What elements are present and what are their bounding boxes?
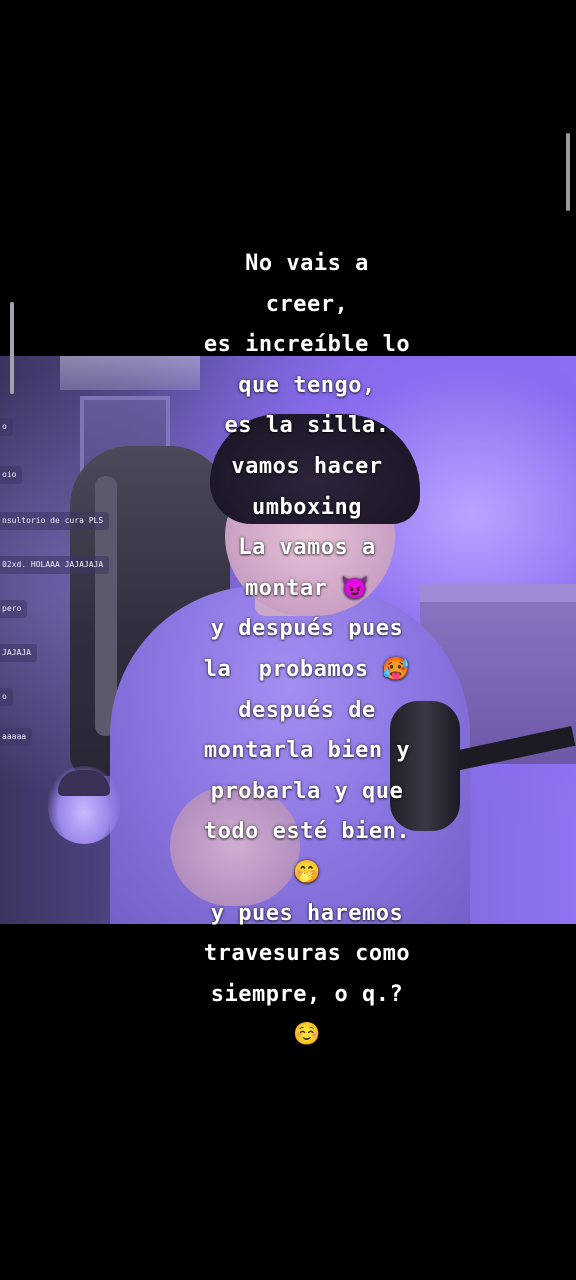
caption-line: creer, (265, 291, 349, 317)
caption-line: siempre, o q.? (210, 981, 404, 1007)
caption-line: probarla y que (210, 778, 404, 804)
caption-line: montar 😈 (244, 575, 370, 601)
caption-line: todo esté bien. (203, 819, 411, 845)
caption-line: vamos hacer (231, 453, 383, 479)
caption-line: 🤭 (293, 859, 321, 885)
caption-line: travesuras como (203, 941, 411, 967)
scroll-indicator-right (566, 133, 570, 211)
caption-line: la probamos 🥵 (203, 656, 411, 682)
caption-line: montarla bien y (203, 738, 411, 764)
story-screen: o oio nsultorio de cura PLS 02xd. HOLAAA… (0, 0, 576, 1280)
caption-line: La vamos a (238, 535, 376, 561)
caption-line: No vais a (245, 251, 369, 276)
caption-line: ☺️ (293, 1022, 321, 1048)
caption-line: y pues haremos (210, 900, 404, 926)
caption-line: umboxing (252, 494, 362, 520)
story-caption: No vais a creer, es increíble lo que ten… (0, 244, 576, 1056)
caption-line: es increíble lo (203, 332, 411, 358)
caption-line: que tengo, (238, 372, 376, 398)
caption-line: después de (238, 697, 376, 723)
caption-line: es la silla. (224, 413, 390, 439)
caption-line: y después pues (210, 616, 404, 642)
